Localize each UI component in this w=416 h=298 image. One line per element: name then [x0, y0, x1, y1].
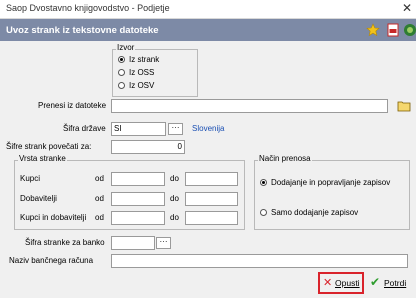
- nacin-legend: Način prenosa: [258, 154, 312, 163]
- kupci-to-input[interactable]: [185, 172, 238, 186]
- row-label-kupci: Kupci: [20, 174, 41, 183]
- confirm-button[interactable]: ✔ Potrdi: [368, 274, 412, 292]
- povecati-label: Šifre strank povečati za:: [6, 142, 92, 151]
- izvor-option-strank[interactable]: Iz strank: [118, 54, 194, 66]
- row-label-dobavitelji: Dobavitelji: [20, 194, 57, 203]
- izvor-option-oss[interactable]: Iz OSS: [118, 67, 194, 79]
- dialog-title: Uvoz strank iz tekstovne datoteke: [6, 25, 159, 36]
- sifra-drzave-label: Šifra države: [63, 124, 106, 133]
- x-icon: ✕: [323, 277, 333, 289]
- country-lookup-button[interactable]: ···: [168, 123, 183, 135]
- nacin-prenosa-group: [254, 160, 410, 230]
- kupci-dobavitelji-from-input[interactable]: [111, 211, 165, 225]
- cancel-label: Opusti: [335, 278, 360, 288]
- kupci-from-input[interactable]: [111, 172, 165, 186]
- from-label: od: [95, 174, 104, 183]
- radio-unselected[interactable]: [118, 82, 125, 89]
- increase-by-input[interactable]: 0: [111, 140, 185, 154]
- prenesi-label: Prenesi iz datoteke: [38, 101, 107, 110]
- checkmark-icon: ✔: [370, 275, 381, 289]
- izvor-option-osv[interactable]: Iz OSV: [118, 80, 194, 92]
- star-icon[interactable]: [366, 23, 380, 37]
- country-name: Slovenija: [192, 124, 225, 133]
- izvor-legend: Izvor: [116, 43, 136, 52]
- bank-account-name-input[interactable]: [111, 254, 408, 268]
- close-icon[interactable]: ✕: [402, 1, 412, 15]
- to-label: do: [170, 174, 179, 183]
- nacin-option-dodajanje-popravljanje[interactable]: Dodajanje in popravljanje zapisov: [260, 177, 406, 189]
- country-code-input[interactable]: SI: [111, 122, 166, 136]
- to-label: do: [170, 194, 179, 203]
- cancel-button[interactable]: ✕ Opusti: [320, 274, 362, 292]
- radio-unselected[interactable]: [260, 209, 267, 216]
- dobavitelji-to-input[interactable]: [185, 192, 238, 206]
- bank-client-code-input[interactable]: [111, 236, 155, 250]
- from-label: od: [95, 213, 104, 222]
- radio-selected[interactable]: [118, 56, 125, 63]
- vrsta-legend: Vrsta stranke: [18, 154, 67, 163]
- radio-unselected[interactable]: [118, 69, 125, 76]
- help-icon[interactable]: [403, 23, 416, 37]
- to-label: do: [170, 213, 179, 222]
- folder-icon[interactable]: [397, 99, 411, 112]
- naziv-racuna-label: Naziv bančnega računa: [9, 256, 94, 265]
- radio-selected[interactable]: [260, 179, 267, 186]
- nacin-option-samo-dodajanje[interactable]: Samo dodajanje zapisov: [260, 207, 406, 219]
- sifra-banka-label: Šifra stranke za banko: [25, 238, 105, 247]
- file-path-input[interactable]: [111, 99, 388, 113]
- bank-client-lookup-button[interactable]: ···: [156, 237, 171, 249]
- window-title: Saop Dvostavno knjigovodstvo - Podjetje: [6, 3, 170, 13]
- dialog-header: Uvoz strank iz tekstovne datoteke: [0, 19, 416, 41]
- from-label: od: [95, 194, 104, 203]
- window-titlebar: Saop Dvostavno knjigovodstvo - Podjetje …: [0, 0, 416, 19]
- country-code-value: SI: [114, 124, 122, 133]
- kupci-dobavitelji-to-input[interactable]: [185, 211, 238, 225]
- pdf-icon[interactable]: [386, 23, 400, 37]
- confirm-label: Potrdi: [384, 278, 407, 288]
- dobavitelji-from-input[interactable]: [111, 192, 165, 206]
- row-label-kupci-in-dobavitelji: Kupci in dobavitelji: [20, 213, 87, 222]
